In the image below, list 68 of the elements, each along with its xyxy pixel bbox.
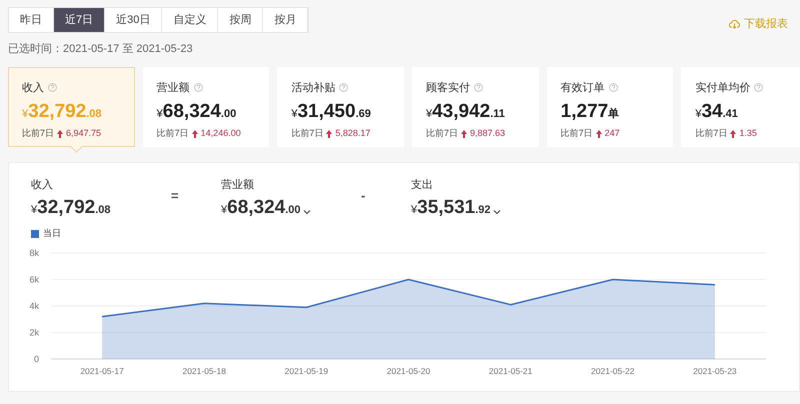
y-axis-label: 4k (29, 300, 39, 310)
change-value: 247 (604, 127, 620, 140)
legend-label: 当日 (43, 227, 61, 240)
chevron-down-icon[interactable] (492, 209, 501, 215)
card-value: ¥43,942.11 (426, 102, 506, 121)
formula-label: 收入 (31, 178, 54, 192)
card-title: 活动补贴 (291, 80, 336, 96)
date-range-text: 已选时间：2021-05-17 至 2021-05-23 (7, 42, 194, 57)
y-axis-label: 6k (29, 274, 39, 284)
card-value: ¥34.41 (695, 102, 739, 121)
card-value: 1,277单 (560, 102, 620, 121)
compare-label: 比前7日 (560, 127, 593, 140)
help-icon (754, 83, 764, 92)
formula-label: 支出 (411, 178, 434, 192)
change-value: 5,828.17 (335, 127, 370, 140)
card-title: 营业额 (156, 80, 190, 96)
up-arrow-icon (461, 130, 467, 138)
x-axis-label: 2021-05-19 (284, 366, 328, 376)
x-axis-label: 2021-05-20 (386, 366, 430, 376)
help-icon (48, 83, 57, 92)
compare-label: 比前7日 (156, 127, 189, 140)
metric-card[interactable]: 收入 ¥32,792.08 比前7日 6,947.75 (8, 66, 135, 146)
formula-value: ¥35,531.92 (411, 198, 491, 217)
x-axis-label: 2021-05-18 (182, 366, 226, 376)
metric-card[interactable]: 顾客实付 ¥43,942.11 比前7日 9,887.63 (412, 66, 539, 146)
compare-label: 比前7日 (695, 127, 728, 140)
cloud-download-icon (729, 19, 740, 30)
help-icon (194, 83, 203, 92)
up-arrow-icon (596, 130, 602, 138)
card-title: 收入 (22, 80, 44, 96)
compare-label: 比前7日 (426, 127, 458, 140)
metric-card[interactable]: 活动补贴 ¥31,450.69 比前7日 5,828.17 (277, 66, 404, 146)
metric-card[interactable]: 有效订单 1,277单 比前7日 247 (546, 66, 674, 146)
card-value: ¥68,324.00 (156, 102, 238, 121)
formula-operator: - (361, 186, 366, 204)
change-value: 14,246.00 (200, 127, 241, 140)
card-title: 有效订单 (560, 80, 605, 96)
chevron-down-icon[interactable] (302, 209, 311, 215)
help-icon (339, 83, 348, 92)
compare-label: 比前7日 (22, 127, 54, 140)
up-arrow-icon (730, 130, 736, 138)
card-title: 顾客实付 (426, 80, 470, 96)
formula-value: ¥68,324.00 (221, 198, 301, 217)
formula-label: 营业额 (221, 178, 255, 192)
up-arrow-icon (326, 130, 332, 138)
formula-operator: = (171, 186, 180, 204)
formula-value: ¥32,792.08 (31, 198, 111, 217)
period-tab[interactable]: 近7日 (54, 8, 106, 32)
x-axis-label: 2021-05-23 (693, 366, 737, 376)
y-axis-label: 0 (34, 354, 39, 364)
card-title: 实付单均价 (695, 80, 750, 96)
card-value: ¥32,792.08 (22, 102, 103, 121)
x-axis-label: 2021-05-21 (488, 366, 532, 376)
change-value: 9,887.63 (470, 127, 506, 140)
y-axis-label: 2k (29, 327, 39, 337)
help-icon (608, 83, 618, 92)
change-value: 6,947.75 (66, 127, 102, 140)
y-axis-label: 8k (29, 248, 39, 258)
metric-card[interactable]: 实付单均价 ¥34.41 比前7日 1.35 (681, 66, 800, 146)
x-axis-label: 2021-05-22 (591, 366, 635, 376)
card-value: ¥31,450.69 (291, 102, 372, 121)
metric-card[interactable]: 营业额 ¥68,324.00 比前7日 14,246.00 (142, 66, 270, 146)
up-arrow-icon (192, 130, 198, 138)
x-axis-label: 2021-05-17 (80, 366, 124, 376)
compare-label: 比前7日 (291, 127, 324, 140)
change-value: 1.35 (739, 127, 757, 140)
help-icon (474, 83, 483, 92)
up-arrow-icon (57, 130, 64, 138)
